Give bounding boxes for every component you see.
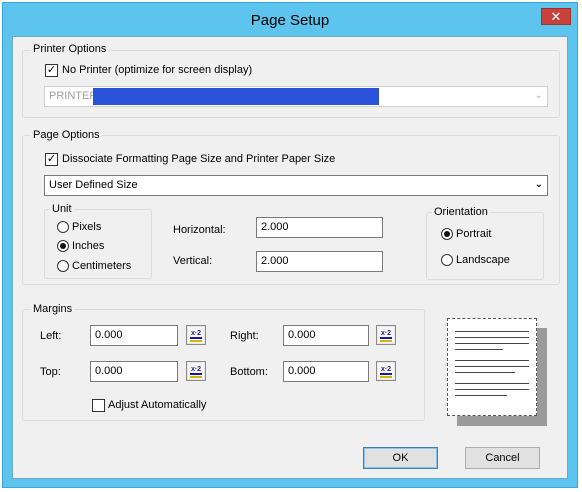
margin-bottom-input[interactable]: 0.000 bbox=[283, 361, 369, 382]
calculator-icon: x·2 bbox=[188, 363, 204, 379]
margin-left-input[interactable]: 0.000 bbox=[90, 325, 178, 346]
margin-top-calc-button[interactable]: x·2 bbox=[186, 361, 206, 381]
window-title: Page Setup bbox=[250, 12, 330, 29]
margin-left-calc-button[interactable]: x·2 bbox=[186, 325, 206, 345]
preview-line bbox=[455, 331, 529, 332]
printer-select: PRINTER ⌄ bbox=[44, 86, 548, 107]
horizontal-input[interactable]: 2.000 bbox=[256, 217, 383, 238]
printer-select-value: PRINTER bbox=[49, 90, 98, 102]
unit-title: Unit bbox=[50, 203, 74, 216]
page-setup-window: Page Setup ✕ Printer Options ✓ No Printe… bbox=[2, 2, 578, 488]
printer-options-title: Printer Options bbox=[31, 43, 109, 56]
preview-line bbox=[455, 383, 529, 384]
margin-top-label: Top: bbox=[40, 366, 61, 378]
margin-right-label: Right: bbox=[230, 330, 259, 342]
margin-right-calc-button[interactable]: x·2 bbox=[376, 325, 396, 345]
orientation-landscape-label[interactable]: Landscape bbox=[456, 254, 510, 267]
vertical-input[interactable]: 2.000 bbox=[256, 251, 383, 272]
chevron-down-icon: ⌄ bbox=[534, 179, 543, 190]
horizontal-label: Horizontal: bbox=[173, 224, 226, 236]
margin-right-input[interactable]: 0.000 bbox=[283, 325, 369, 346]
unit-inches-label[interactable]: Inches bbox=[72, 240, 104, 253]
adjust-automatically-label[interactable]: Adjust Automatically bbox=[108, 399, 206, 412]
no-printer-checkbox[interactable]: ✓ bbox=[45, 64, 58, 77]
orientation-portrait-label[interactable]: Portrait bbox=[456, 228, 491, 241]
dissociate-checkbox[interactable]: ✓ bbox=[45, 153, 58, 166]
calculator-icon: x·2 bbox=[378, 363, 394, 379]
orientation-landscape-radio[interactable] bbox=[441, 254, 453, 266]
svg-text:x·2: x·2 bbox=[381, 330, 391, 337]
close-button[interactable]: ✕ bbox=[541, 8, 571, 25]
page-preview-icon bbox=[447, 318, 547, 426]
margin-bottom-label: Bottom: bbox=[230, 366, 268, 378]
margins-title: Margins bbox=[31, 303, 75, 316]
printer-options-group bbox=[22, 50, 560, 118]
preview-line bbox=[455, 372, 515, 373]
dialog-body: Printer Options ✓ No Printer (optimize f… bbox=[12, 36, 568, 479]
redacted-printer-name bbox=[93, 88, 379, 105]
margin-bottom-calc-button[interactable]: x·2 bbox=[376, 361, 396, 381]
preview-line bbox=[455, 349, 503, 350]
orientation-group bbox=[426, 212, 544, 280]
unit-pixels-label[interactable]: Pixels bbox=[72, 221, 101, 234]
margin-top-input[interactable]: 0.000 bbox=[90, 361, 178, 382]
preview-line bbox=[455, 343, 529, 344]
preview-line bbox=[455, 360, 529, 361]
page-size-value: User Defined Size bbox=[49, 179, 138, 191]
ok-button[interactable]: OK bbox=[363, 447, 438, 469]
adjust-automatically-checkbox[interactable] bbox=[92, 399, 105, 412]
calculator-icon: x·2 bbox=[378, 327, 394, 343]
preview-line bbox=[455, 395, 507, 396]
page-options-title: Page Options bbox=[31, 129, 102, 142]
page-size-select[interactable]: User Defined Size ⌄ bbox=[44, 175, 548, 196]
preview-line bbox=[455, 389, 529, 390]
page-preview-paper bbox=[447, 318, 537, 416]
title-bar[interactable]: Page Setup ✕ bbox=[3, 3, 577, 37]
unit-pixels-radio[interactable] bbox=[57, 221, 69, 233]
chevron-down-icon: ⌄ bbox=[534, 90, 543, 101]
close-icon: ✕ bbox=[550, 9, 562, 24]
unit-inches-radio[interactable] bbox=[57, 240, 69, 252]
preview-line bbox=[455, 337, 529, 338]
calculator-icon: x·2 bbox=[188, 327, 204, 343]
svg-text:x·2: x·2 bbox=[191, 366, 201, 373]
no-printer-label[interactable]: No Printer (optimize for screen display) bbox=[62, 64, 252, 77]
svg-text:x·2: x·2 bbox=[381, 366, 391, 373]
checkmark-icon: ✓ bbox=[46, 153, 57, 165]
vertical-label: Vertical: bbox=[173, 255, 213, 267]
dissociate-label[interactable]: Dissociate Formatting Page Size and Prin… bbox=[62, 153, 335, 166]
unit-centimeters-label[interactable]: Centimeters bbox=[72, 260, 131, 273]
preview-line bbox=[455, 366, 529, 367]
unit-centimeters-radio[interactable] bbox=[57, 260, 69, 272]
orientation-title: Orientation bbox=[432, 206, 490, 219]
orientation-portrait-radio[interactable] bbox=[441, 228, 453, 240]
cancel-button[interactable]: Cancel bbox=[465, 447, 540, 469]
checkmark-icon: ✓ bbox=[46, 64, 57, 76]
svg-text:x·2: x·2 bbox=[191, 330, 201, 337]
margin-left-label: Left: bbox=[40, 330, 62, 342]
